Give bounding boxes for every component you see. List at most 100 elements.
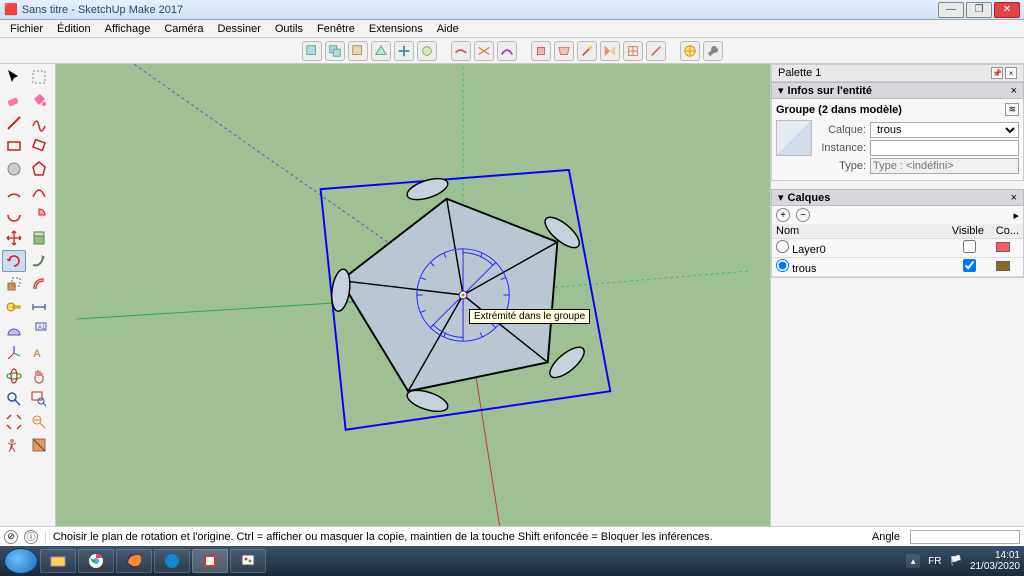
followme-icon[interactable] (27, 250, 51, 272)
palette-header[interactable]: Palette 1 📌 × (771, 64, 1024, 82)
sandbox-detail-icon[interactable] (623, 41, 643, 61)
zoom-extents-icon[interactable] (2, 411, 26, 433)
protractor-icon[interactable] (2, 319, 26, 341)
menu-extensions[interactable]: Extensions (363, 22, 429, 36)
arc-icon[interactable] (2, 181, 26, 203)
layer-color-swatch[interactable] (996, 242, 1010, 252)
freehand-icon[interactable] (27, 112, 51, 134)
circle-icon[interactable] (2, 158, 26, 180)
col-visible[interactable]: Visible (948, 224, 992, 239)
menu-aide[interactable]: Aide (431, 22, 465, 36)
tray-expand-icon[interactable]: ▴ (906, 554, 920, 568)
angle-input[interactable] (910, 530, 1020, 544)
move-icon[interactable] (2, 227, 26, 249)
start-button[interactable] (4, 548, 38, 574)
layer-row[interactable]: Layer0 (772, 239, 1023, 258)
offset-icon[interactable] (27, 273, 51, 295)
remove-layer-icon[interactable]: − (796, 208, 810, 222)
menu-fichier[interactable]: Fichier (4, 22, 49, 36)
close-button[interactable]: ✕ (994, 2, 1020, 18)
tape-icon[interactable] (2, 296, 26, 318)
layer-visible-checkbox[interactable] (963, 240, 976, 253)
previous-view-icon[interactable] (27, 411, 51, 433)
taskbar-paint-icon[interactable] (230, 549, 266, 573)
entity-info-header[interactable]: ▾ Infos sur l'entité × (771, 82, 1024, 99)
menu-fenetre[interactable]: Fenêtre (311, 22, 361, 36)
zoom-window-icon[interactable] (27, 388, 51, 410)
layer-active-radio[interactable] (776, 240, 789, 253)
tray-flag-icon[interactable]: 🏳️ (949, 556, 961, 567)
maximize-button[interactable]: ❐ (966, 2, 992, 18)
pan-icon[interactable] (27, 365, 51, 387)
pin-icon[interactable]: 📌 (991, 67, 1003, 79)
layer-active-radio[interactable] (776, 259, 789, 272)
rectangle-icon[interactable] (2, 135, 26, 157)
polygon-icon[interactable] (27, 158, 51, 180)
minimize-button[interactable]: — (938, 2, 964, 18)
text-icon[interactable]: A1 (27, 319, 51, 341)
viewport[interactable]: Extrémité dans le groupe (56, 64, 770, 526)
scale-icon[interactable] (2, 273, 26, 295)
sandbox-smoove-icon[interactable] (497, 41, 517, 61)
taskbar-explorer-icon[interactable] (40, 549, 76, 573)
entity-options-icon[interactable]: ≋ (1005, 103, 1019, 116)
entity-info-close-icon[interactable]: × (1011, 85, 1017, 97)
position-camera-icon[interactable] (2, 434, 26, 456)
geo-icon[interactable]: ⊘ (4, 530, 18, 544)
solid-split-icon[interactable] (394, 41, 414, 61)
paintbucket-icon[interactable] (27, 89, 51, 111)
layers-close-icon[interactable]: × (1011, 192, 1017, 204)
menu-dessiner[interactable]: Dessiner (211, 22, 266, 36)
axes-icon[interactable] (2, 342, 26, 364)
instance-input[interactable] (870, 140, 1019, 156)
solid-intersect-icon[interactable] (325, 41, 345, 61)
arc2pt-icon[interactable] (27, 181, 51, 203)
menu-affichage[interactable]: Affichage (99, 22, 157, 36)
layer-visible-checkbox[interactable] (963, 259, 976, 272)
menu-outils[interactable]: Outils (269, 22, 309, 36)
compass-icon[interactable] (680, 41, 700, 61)
layer-color-swatch[interactable] (996, 261, 1010, 271)
taskbar-chrome-icon[interactable] (78, 549, 114, 573)
taskbar-app-icon[interactable] (154, 549, 190, 573)
credits-icon[interactable]: ⓘ (24, 530, 38, 544)
zoom-icon[interactable] (2, 388, 26, 410)
taskbar-firefox-icon[interactable] (116, 549, 152, 573)
tray-lang[interactable]: FR (928, 556, 941, 567)
solid-trim-icon[interactable] (371, 41, 391, 61)
solid-subtract-icon[interactable] (348, 41, 368, 61)
layer-row[interactable]: trous (772, 258, 1023, 277)
palette-close-icon[interactable]: × (1005, 67, 1017, 79)
sandbox-scratch-icon[interactable] (474, 41, 494, 61)
layers-menu-icon[interactable]: ▸ (1013, 209, 1019, 222)
taskbar-sketchup-icon[interactable] (192, 549, 228, 573)
line-icon[interactable] (2, 112, 26, 134)
eraser-icon[interactable] (2, 89, 26, 111)
3dtext-icon[interactable]: A (27, 342, 51, 364)
col-color[interactable]: Co... (992, 224, 1023, 239)
component-icon[interactable] (27, 66, 51, 88)
dimension-icon[interactable] (27, 296, 51, 318)
tray-clock[interactable]: 14:01 21/03/2020 (970, 550, 1020, 572)
layers-header[interactable]: ▾ Calques × (771, 189, 1024, 206)
rotated-rect-icon[interactable] (27, 135, 51, 157)
select-icon[interactable] (2, 66, 26, 88)
section-icon[interactable] (27, 434, 51, 456)
sandbox-contour-icon[interactable] (451, 41, 471, 61)
menu-edition[interactable]: Édition (51, 22, 97, 36)
add-layer-icon[interactable]: + (776, 208, 790, 222)
sandbox-stamp-icon[interactable] (531, 41, 551, 61)
wrench-icon[interactable] (703, 41, 723, 61)
sandbox-flip-icon[interactable] (600, 41, 620, 61)
solid-union-icon[interactable] (302, 41, 322, 61)
col-name[interactable]: Nom (772, 224, 948, 239)
sandbox-edge-icon[interactable] (646, 41, 666, 61)
menu-camera[interactable]: Caméra (158, 22, 209, 36)
arc3pt-icon[interactable] (2, 204, 26, 226)
pushpull-icon[interactable] (27, 227, 51, 249)
sandbox-drape-icon[interactable] (554, 41, 574, 61)
solid-outer-icon[interactable] (417, 41, 437, 61)
orbit-icon[interactable] (2, 365, 26, 387)
layer-select[interactable]: trous (870, 122, 1019, 138)
rotate-icon[interactable] (2, 250, 26, 272)
